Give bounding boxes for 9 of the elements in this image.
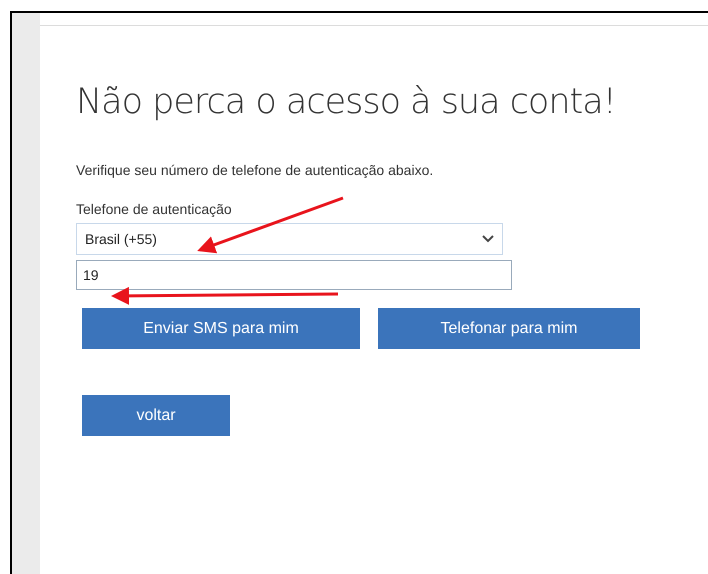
action-button[interactable]: Telefonar para mim — [378, 308, 640, 349]
country-dropdown[interactable]: Brasil (+55) — [76, 223, 503, 255]
field-label: Telefone de autenticação — [76, 201, 233, 217]
instruction-text: Verifique seu número de telefone de autenticação abaixo. — [76, 162, 434, 178]
page-title: Não perca o acesso à sua conta! — [76, 82, 617, 122]
chevron-down-icon — [482, 235, 494, 243]
back-button[interactable]: voltar — [82, 395, 230, 436]
phone-number-field[interactable]: 19 — [76, 260, 512, 290]
action-button[interactable]: Enviar SMS para mim — [82, 308, 360, 349]
